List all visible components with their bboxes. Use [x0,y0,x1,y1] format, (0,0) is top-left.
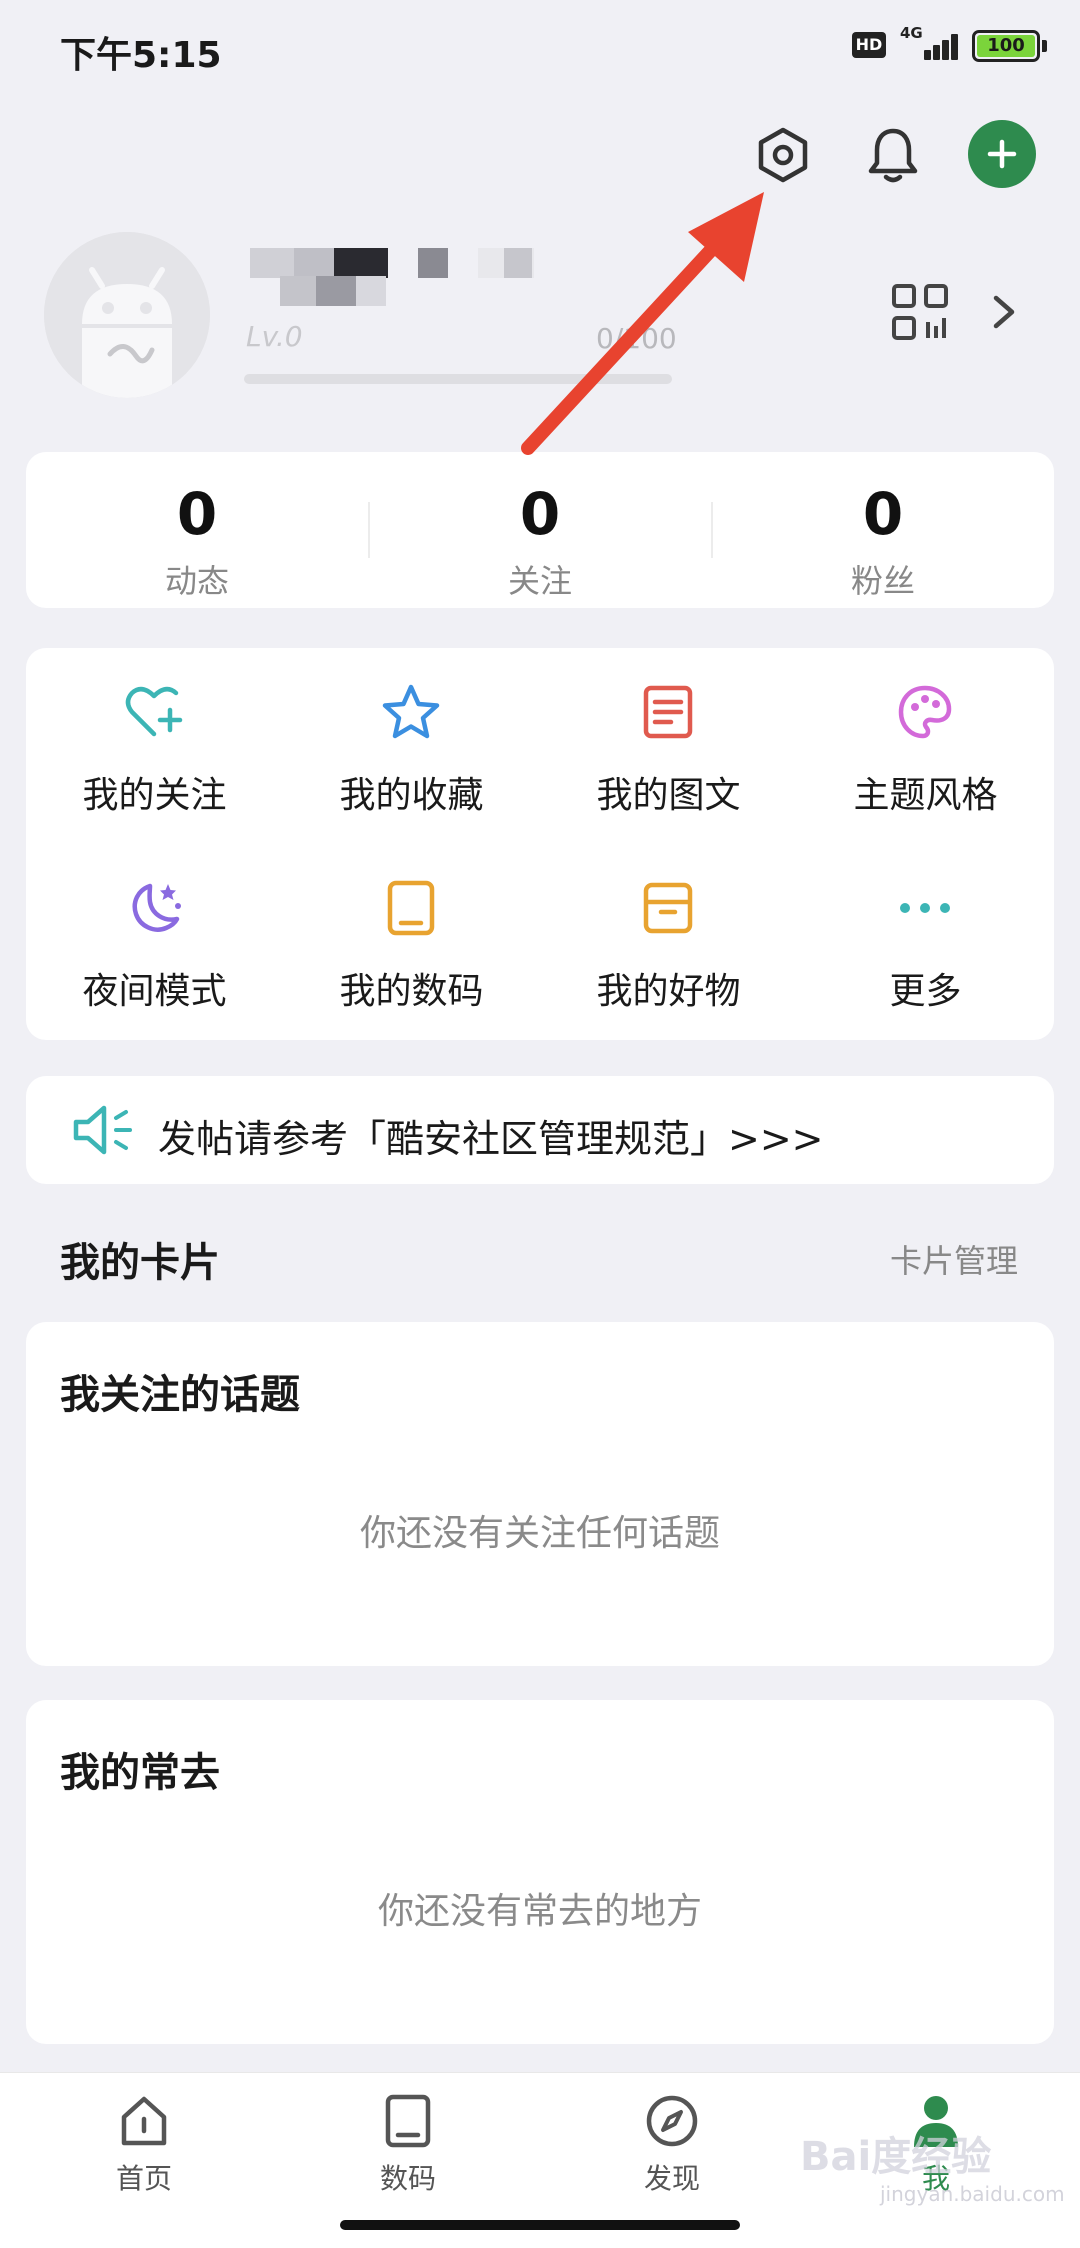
user-level: Lv.0 [246,320,303,353]
stat-fans-value: 0 [862,480,904,548]
section-title-my-cards: 我的卡片 [60,1240,220,1286]
tablet-icon [380,2093,436,2149]
more-dots-icon [893,876,957,940]
speaker-icon [70,1102,140,1158]
frequent-places-card[interactable]: 我的常去 你还没有常去的地方 [26,1700,1054,2044]
user-xp: 0/100 [596,322,677,355]
stat-following-value: 0 [519,480,561,548]
heart-plus-icon [122,680,186,744]
android-avatar-icon [44,232,210,398]
signal-icon [902,30,962,60]
empty-message: 你还没有关注任何话题 [359,1513,720,1554]
watermark-url: jingyan.baidu.com [880,2182,1065,2206]
stat-posts[interactable]: 0 动态 [26,452,368,608]
battery-tip [1042,40,1047,52]
watermark-logo: Bai度经验 [800,2134,992,2180]
menu-my-goods[interactable]: 我的好物 [540,844,797,1034]
profile-chevron-icon[interactable] [984,290,1024,334]
menu-more[interactable]: 更多 [797,844,1054,1034]
menu-my-articles[interactable]: 我的图文 [540,648,797,838]
home-icon [116,2093,172,2149]
stat-following[interactable]: 0 关注 [369,452,711,608]
notice-text: 发帖请参考「酷安社区管理规范」>>> [158,1117,824,1161]
stat-posts-label: 动态 [164,562,229,600]
menu-label: 我的图文 [596,775,741,816]
stat-posts-value: 0 [176,480,218,548]
menu-label: 夜间模式 [82,971,227,1012]
menu-label: 主题风格 [853,775,998,816]
nav-discover[interactable]: 发现 [572,2093,772,2213]
star-icon [379,680,443,744]
moon-icon [122,876,186,940]
stat-fans[interactable]: 0 粉丝 [712,452,1054,608]
qr-code-button[interactable] [890,282,950,342]
compass-icon [644,2093,700,2149]
card-title: 我的常去 [60,1750,220,1796]
menu-label: 我的数码 [339,971,484,1012]
card-manage-link[interactable]: 卡片管理 [890,1236,1018,1282]
username-blurred [250,240,550,306]
menu-my-digital[interactable]: 我的数码 [283,844,540,1034]
hd-badge: HD [852,32,886,58]
menu-my-favorites[interactable]: 我的收藏 [283,648,540,838]
menu-grid-card: 我的关注 我的收藏 我的图文 主题风格 夜间模式 我的数码 我的好物 更多 [26,648,1054,1040]
document-icon [636,680,700,744]
menu-night-mode[interactable]: 夜间模式 [26,844,283,1034]
stat-following-label: 关注 [507,562,572,600]
menu-theme-style[interactable]: 主题风格 [797,648,1054,838]
home-indicator[interactable] [340,2220,740,2230]
avatar[interactable] [44,232,210,398]
stat-fans-label: 粉丝 [850,562,915,600]
stats-card: 0 动态 0 关注 0 粉丝 [26,452,1054,608]
nav-home[interactable]: 首页 [44,2093,244,2213]
menu-my-follows[interactable]: 我的关注 [26,648,283,838]
followed-topics-card[interactable]: 我关注的话题 你还没有关注任何话题 [26,1322,1054,1666]
bell-icon[interactable] [858,120,928,190]
tablet-icon [379,876,443,940]
battery-icon: 100 [972,30,1040,62]
add-post-button[interactable] [968,120,1036,188]
status-bar: 下午5:15 HD 4G 100 [0,0,1080,100]
palette-icon [893,680,957,744]
plus-icon [987,139,1017,169]
xp-progress-bar [244,374,672,384]
qr-code-icon [892,284,948,340]
nav-label: 首页 [115,2162,172,2195]
nav-digital[interactable]: 数码 [308,2093,508,2213]
card-title: 我关注的话题 [60,1372,300,1418]
status-time: 下午5:15 [60,35,222,76]
menu-label: 我的关注 [82,775,227,816]
menu-label: 我的好物 [596,971,741,1012]
box-icon [636,876,700,940]
empty-message: 你还没有常去的地方 [377,1891,702,1932]
menu-label: 更多 [889,971,962,1012]
menu-label: 我的收藏 [339,775,484,816]
notice-banner[interactable]: 发帖请参考「酷安社区管理规范」>>> [26,1076,1054,1184]
battery-level: 100 [977,35,1035,57]
settings-icon[interactable] [748,120,818,190]
nav-label: 数码 [379,2162,436,2195]
nav-label: 发现 [643,2162,700,2195]
